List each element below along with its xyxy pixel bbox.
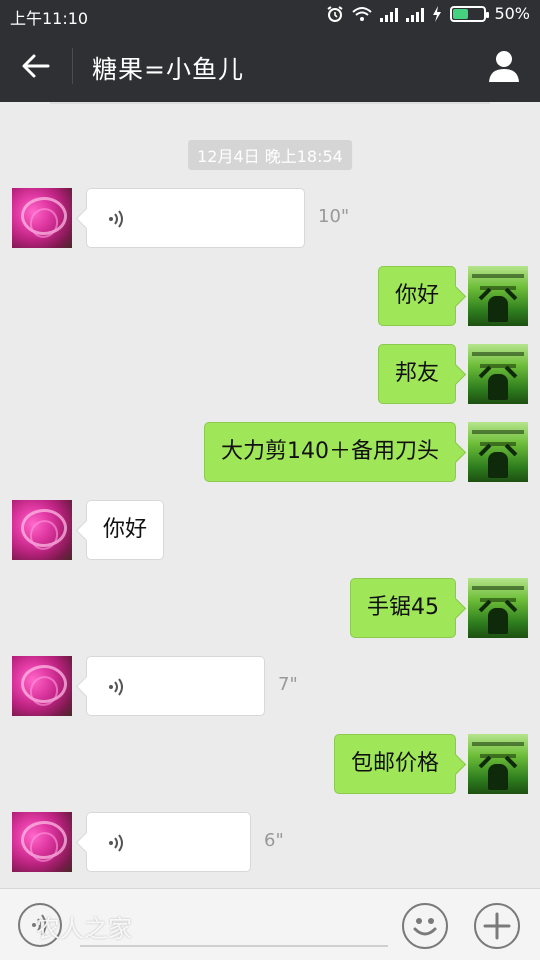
message-text: 你好 xyxy=(394,283,439,308)
status-bar: 上午11:10 50% xyxy=(0,0,540,30)
text-message[interactable]: 包邮价格 xyxy=(333,734,456,794)
header-divider xyxy=(72,48,73,84)
my-avatar[interactable] xyxy=(468,344,528,404)
more-button[interactable] xyxy=(474,903,520,949)
plus-icon xyxy=(483,912,511,940)
chat-header: 糖果=小鱼儿 xyxy=(0,30,540,102)
profile-button[interactable] xyxy=(486,48,522,84)
contact-avatar[interactable] xyxy=(12,812,72,872)
voice-duration: 6" xyxy=(264,830,284,851)
battery-fill xyxy=(453,8,469,19)
text-message[interactable]: 大力剪140＋备用刀头 xyxy=(204,422,456,482)
person-icon xyxy=(489,51,519,82)
wifi-icon xyxy=(352,6,373,21)
message-text: 邦友 xyxy=(394,361,439,386)
scroll-edge xyxy=(50,102,490,104)
alarm-icon xyxy=(327,5,343,22)
my-avatar[interactable] xyxy=(468,578,528,638)
voice-duration: 7" xyxy=(278,674,298,695)
contact-avatar[interactable] xyxy=(12,188,72,248)
chat-title: 糖果=小鱼儿 xyxy=(92,55,244,84)
back-button[interactable] xyxy=(18,48,54,84)
signal-icon xyxy=(406,6,425,22)
text-message[interactable]: 邦友 xyxy=(377,344,456,404)
voice-wave-icon xyxy=(109,834,123,852)
input-bar: 农人之家 xyxy=(0,888,540,960)
battery-percent: 50% xyxy=(494,4,530,23)
contact-avatar[interactable] xyxy=(12,500,72,560)
text-message[interactable]: 你好 xyxy=(86,500,165,560)
arrow-left-icon xyxy=(22,54,50,78)
voice-duration: 10" xyxy=(318,206,350,227)
message-list[interactable]: 12月4日 晚上18:54 10" 你好 邦友 大力剪140＋备用刀头 你好 手… xyxy=(0,102,540,888)
message-text: 手锯45 xyxy=(367,595,439,620)
text-message[interactable]: 你好 xyxy=(377,266,456,326)
battery-icon xyxy=(450,5,490,22)
voice-message[interactable] xyxy=(86,656,265,716)
status-time: 上午11:10 xyxy=(10,9,89,28)
signal-icon xyxy=(380,6,399,22)
message-text: 大力剪140＋备用刀头 xyxy=(221,439,439,464)
contact-avatar[interactable] xyxy=(12,656,72,716)
my-avatar[interactable] xyxy=(468,422,528,482)
message-input[interactable] xyxy=(80,945,388,947)
message-text: 你好 xyxy=(103,517,148,542)
voice-wave-icon xyxy=(109,210,123,228)
watermark-text: 农人之家 xyxy=(36,915,132,943)
time-divider: 12月4日 晚上18:54 xyxy=(188,140,352,170)
charging-icon xyxy=(433,5,442,22)
emoji-button[interactable] xyxy=(402,903,448,949)
message-text: 包邮价格 xyxy=(350,751,439,776)
status-icons: 50% xyxy=(326,4,530,23)
voice-message[interactable] xyxy=(86,188,305,248)
text-message[interactable]: 手锯45 xyxy=(350,578,456,638)
my-avatar[interactable] xyxy=(468,266,528,326)
voice-wave-icon xyxy=(109,678,123,696)
smiley-icon xyxy=(413,918,437,936)
voice-message[interactable] xyxy=(86,812,251,872)
my-avatar[interactable] xyxy=(468,734,528,794)
